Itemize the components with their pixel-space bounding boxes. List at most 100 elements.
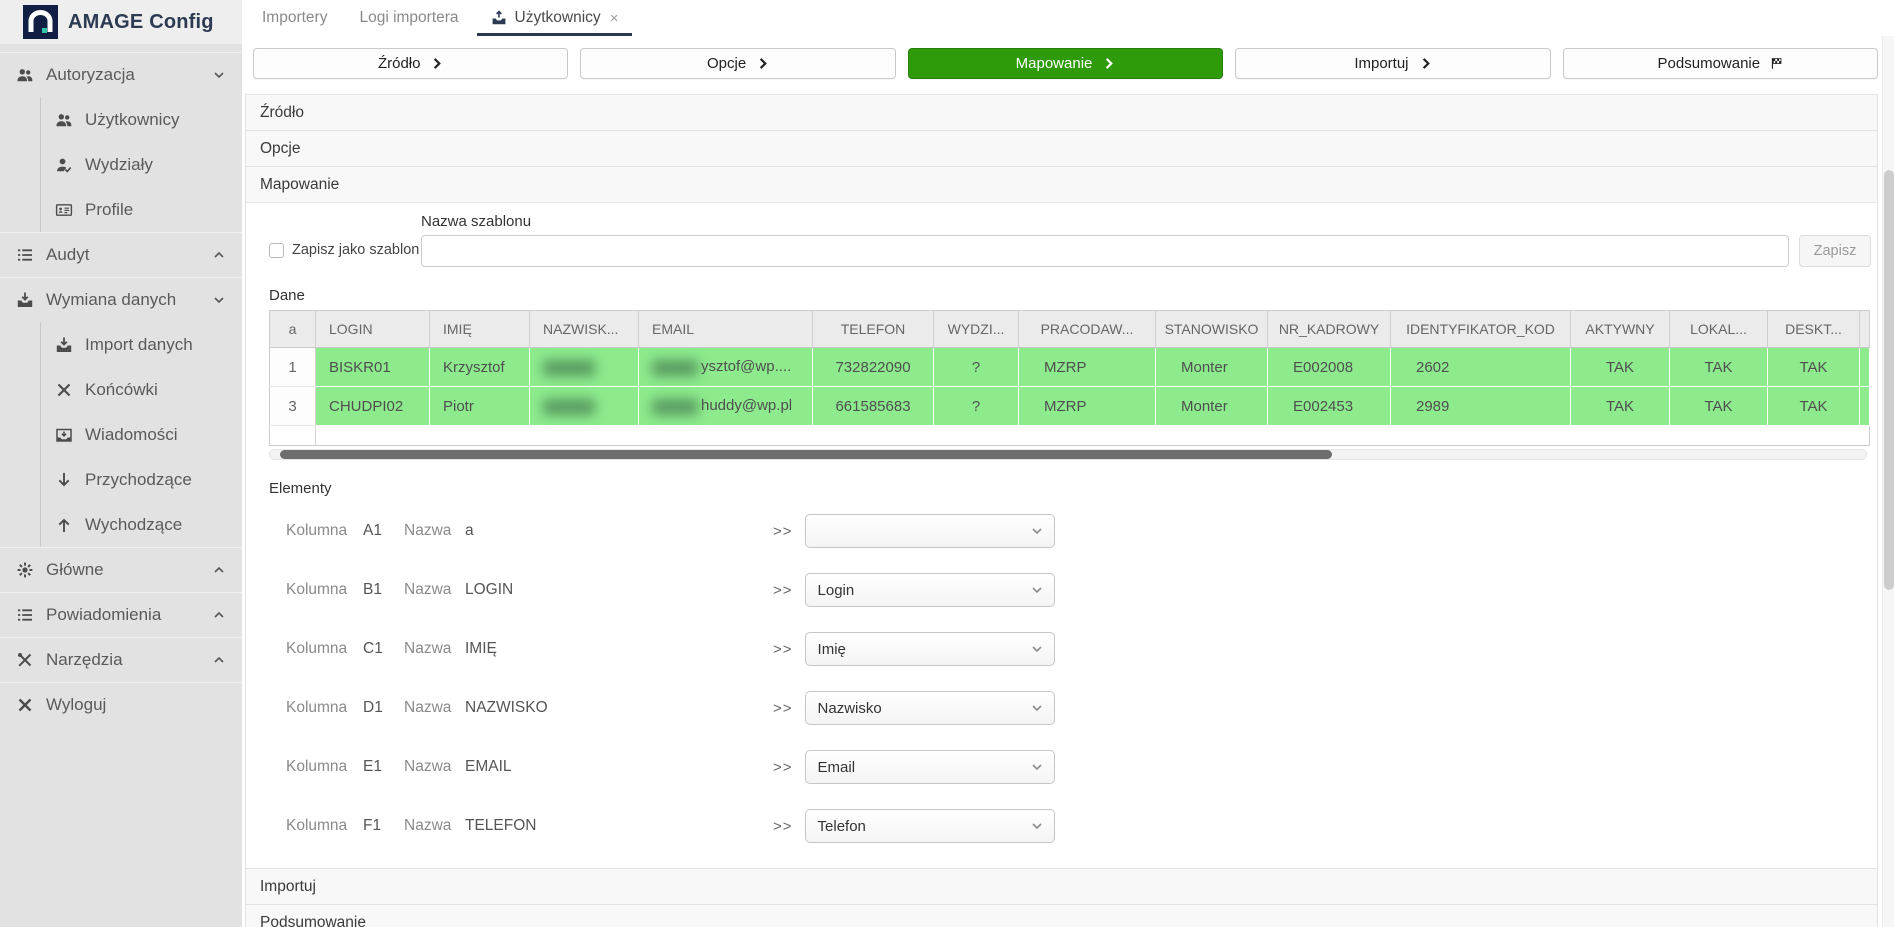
nazwa-label: Nazwa: [404, 522, 465, 540]
amage-logo-icon: [23, 5, 58, 39]
column-header-pracodawca[interactable]: PRACODAW...: [1019, 311, 1156, 348]
sidebar-item-profile[interactable]: Profile: [40, 187, 242, 232]
vertical-scrollbar[interactable]: [1882, 36, 1894, 927]
logout-icon: [14, 694, 36, 716]
mapping-target-select-f1[interactable]: Telefon: [805, 809, 1055, 843]
save-as-template-label: Zapisz jako szablon: [292, 242, 419, 258]
sidebar-item-wiadomosci[interactable]: Wiadomości: [40, 412, 242, 457]
name-value: a: [465, 522, 773, 540]
sidebar-item-koncowki[interactable]: Końcówki: [40, 367, 242, 412]
accordion-section-opcje[interactable]: Opcje: [246, 130, 1877, 166]
wizard-step-mapowanie[interactable]: Mapowanie: [908, 48, 1223, 79]
template-name-input[interactable]: [421, 235, 1789, 267]
accordion-section-importuj[interactable]: Importuj: [246, 868, 1877, 904]
tab-importery[interactable]: Importery: [248, 0, 341, 36]
horizontal-scrollbar[interactable]: [269, 449, 1867, 460]
accordion-section-zrodlo[interactable]: Źródło: [246, 94, 1877, 130]
sidebar-item-przychodzace[interactable]: Przychodzące: [40, 457, 242, 502]
sidebar-item-label: Wyloguj: [46, 695, 106, 715]
column-header-nr_kadrowy[interactable]: NR_KADROWY: [1268, 311, 1391, 348]
nazwa-label: Nazwa: [404, 699, 465, 717]
sidebar-item-label: Autoryzacja: [46, 65, 135, 85]
tools-icon: [14, 649, 36, 671]
save-as-template-checkbox[interactable]: [269, 243, 284, 258]
sidebar-item-label: Końcówki: [85, 380, 158, 400]
mapping-target-select-a1[interactable]: [805, 514, 1055, 548]
sidebar-item-wymiana-danych[interactable]: Wymiana danych: [0, 277, 242, 322]
cell-nr_kadrowy: E002008: [1268, 348, 1391, 387]
kolumna-label: Kolumna: [286, 581, 363, 599]
chevron-right-icon: [1102, 57, 1115, 70]
mapping-target-select-e1[interactable]: Email: [805, 750, 1055, 784]
wizard-step-zrodlo[interactable]: Źródło: [253, 48, 568, 79]
column-header-deskt[interactable]: DESKT...: [1768, 311, 1860, 348]
mapping-target-select-c1[interactable]: Imię: [805, 632, 1055, 666]
mapping-target-select-b1[interactable]: Login: [805, 573, 1055, 607]
redacted-value: [543, 399, 595, 415]
kolumna-label: Kolumna: [286, 522, 363, 540]
map-arrow: >>: [773, 759, 793, 776]
sidebar-item-audyt[interactable]: Audyt: [0, 232, 242, 277]
cell-login: CHUDPI02: [316, 387, 430, 426]
horizontal-scrollbar-thumb[interactable]: [280, 450, 1332, 459]
vertical-scrollbar-thumb[interactable]: [1884, 170, 1894, 590]
column-header-telefon[interactable]: TELEFON: [813, 311, 934, 348]
wizard-step-podsumowanie[interactable]: Podsumowanie: [1563, 48, 1878, 79]
wizard-step-opcje[interactable]: Opcje: [580, 48, 895, 79]
column-header-aktywny[interactable]: AKTYWNY: [1571, 311, 1670, 348]
cell-aktywny: TAK: [1571, 387, 1670, 426]
sidebar-item-glowne[interactable]: Główne: [0, 547, 242, 592]
close-icon[interactable]: ×: [610, 10, 619, 27]
column-header-imie[interactable]: IMIĘ: [430, 311, 530, 348]
save-template-button[interactable]: Zapisz: [1799, 235, 1871, 267]
chevron-up-icon: [212, 653, 226, 667]
column-header-nazwisko[interactable]: NAZWISK...: [530, 311, 639, 348]
sidebar-item-wychodzace[interactable]: Wychodzące: [40, 502, 242, 547]
finish-flag-icon: [1770, 57, 1783, 70]
column-header-identyfikator_kod[interactable]: IDENTYFIKATOR_KOD: [1391, 311, 1571, 348]
cell-aktywny: TAK: [1571, 348, 1670, 387]
accordion-section-podsumowanie[interactable]: Podsumowanie: [246, 904, 1877, 927]
redacted-value: [543, 360, 595, 376]
sidebar-item-uzytkownicy[interactable]: Użytkownicy: [40, 97, 242, 142]
mapping-row-d1: KolumnaD1NazwaNAZWISKO>>Nazwisko: [246, 691, 1877, 725]
cell-pracodawca: MZRP: [1019, 387, 1156, 426]
mapping-target-select-d1[interactable]: Nazwisko: [805, 691, 1055, 725]
cell-deskt: TAK: [1768, 348, 1860, 387]
wizard-step-importuj[interactable]: Importuj: [1235, 48, 1550, 79]
sidebar-item-narzedzia[interactable]: Narzędzia: [0, 637, 242, 682]
sidebar-item-autoryzacja[interactable]: Autoryzacja: [0, 52, 242, 97]
cell-email: huddy@wp.pl: [639, 387, 813, 426]
column-header-lokal[interactable]: LOKAL...: [1670, 311, 1768, 348]
column-value: A1: [363, 522, 404, 540]
sidebar-item-wydzialy[interactable]: Wydziały: [40, 142, 242, 187]
tab-label: Logi importera: [359, 9, 458, 27]
sidebar-item-wyloguj[interactable]: Wyloguj: [0, 682, 242, 727]
cell-stanowisko: Monter: [1156, 348, 1268, 387]
accordion-section-mapowanie[interactable]: Mapowanie: [246, 166, 1877, 202]
column-header-email[interactable]: EMAIL: [639, 311, 813, 348]
sidebar-item-label: Narzędzia: [46, 650, 123, 670]
column-header-a[interactable]: a: [270, 311, 316, 348]
column-header-login[interactable]: LOGIN: [316, 311, 430, 348]
column-header-wydzial[interactable]: WYDZI...: [934, 311, 1019, 348]
sidebar-item-import-danych[interactable]: Import danych: [40, 322, 242, 367]
column-header-stanowisko[interactable]: STANOWISKO: [1156, 311, 1268, 348]
sidebar-item-powiadomienia[interactable]: Powiadomienia: [0, 592, 242, 637]
app-title: AMAGE Config: [68, 11, 214, 34]
table-row[interactable]: 3CHUDPI02Piotrhuddy@wp.pl661585683?MZRPM…: [270, 387, 1870, 426]
users-icon: [53, 109, 75, 131]
save-as-template-row[interactable]: Zapisz jako szablon: [269, 242, 421, 258]
wizard-step-label: Importuj: [1354, 55, 1408, 72]
cell-imie: Piotr: [430, 387, 530, 426]
chevron-down-icon: [1030, 583, 1044, 597]
tab-uzytkownicy[interactable]: Użytkownicy×: [477, 0, 633, 36]
tab-logi-importera[interactable]: Logi importera: [345, 0, 472, 36]
column-header-_end[interactable]: [1860, 311, 1870, 348]
user-check-icon: [53, 154, 75, 176]
cell-pracodawca: MZRP: [1019, 348, 1156, 387]
cell-email: ysztof@wp....: [639, 348, 813, 387]
chevron-down-icon: [1030, 760, 1044, 774]
wizard-accordion: Źródło Opcje Mapowanie Zapisz jako szabl…: [245, 94, 1878, 927]
table-row[interactable]: 1BISKR01Krzysztofysztof@wp....732822090?…: [270, 348, 1870, 387]
